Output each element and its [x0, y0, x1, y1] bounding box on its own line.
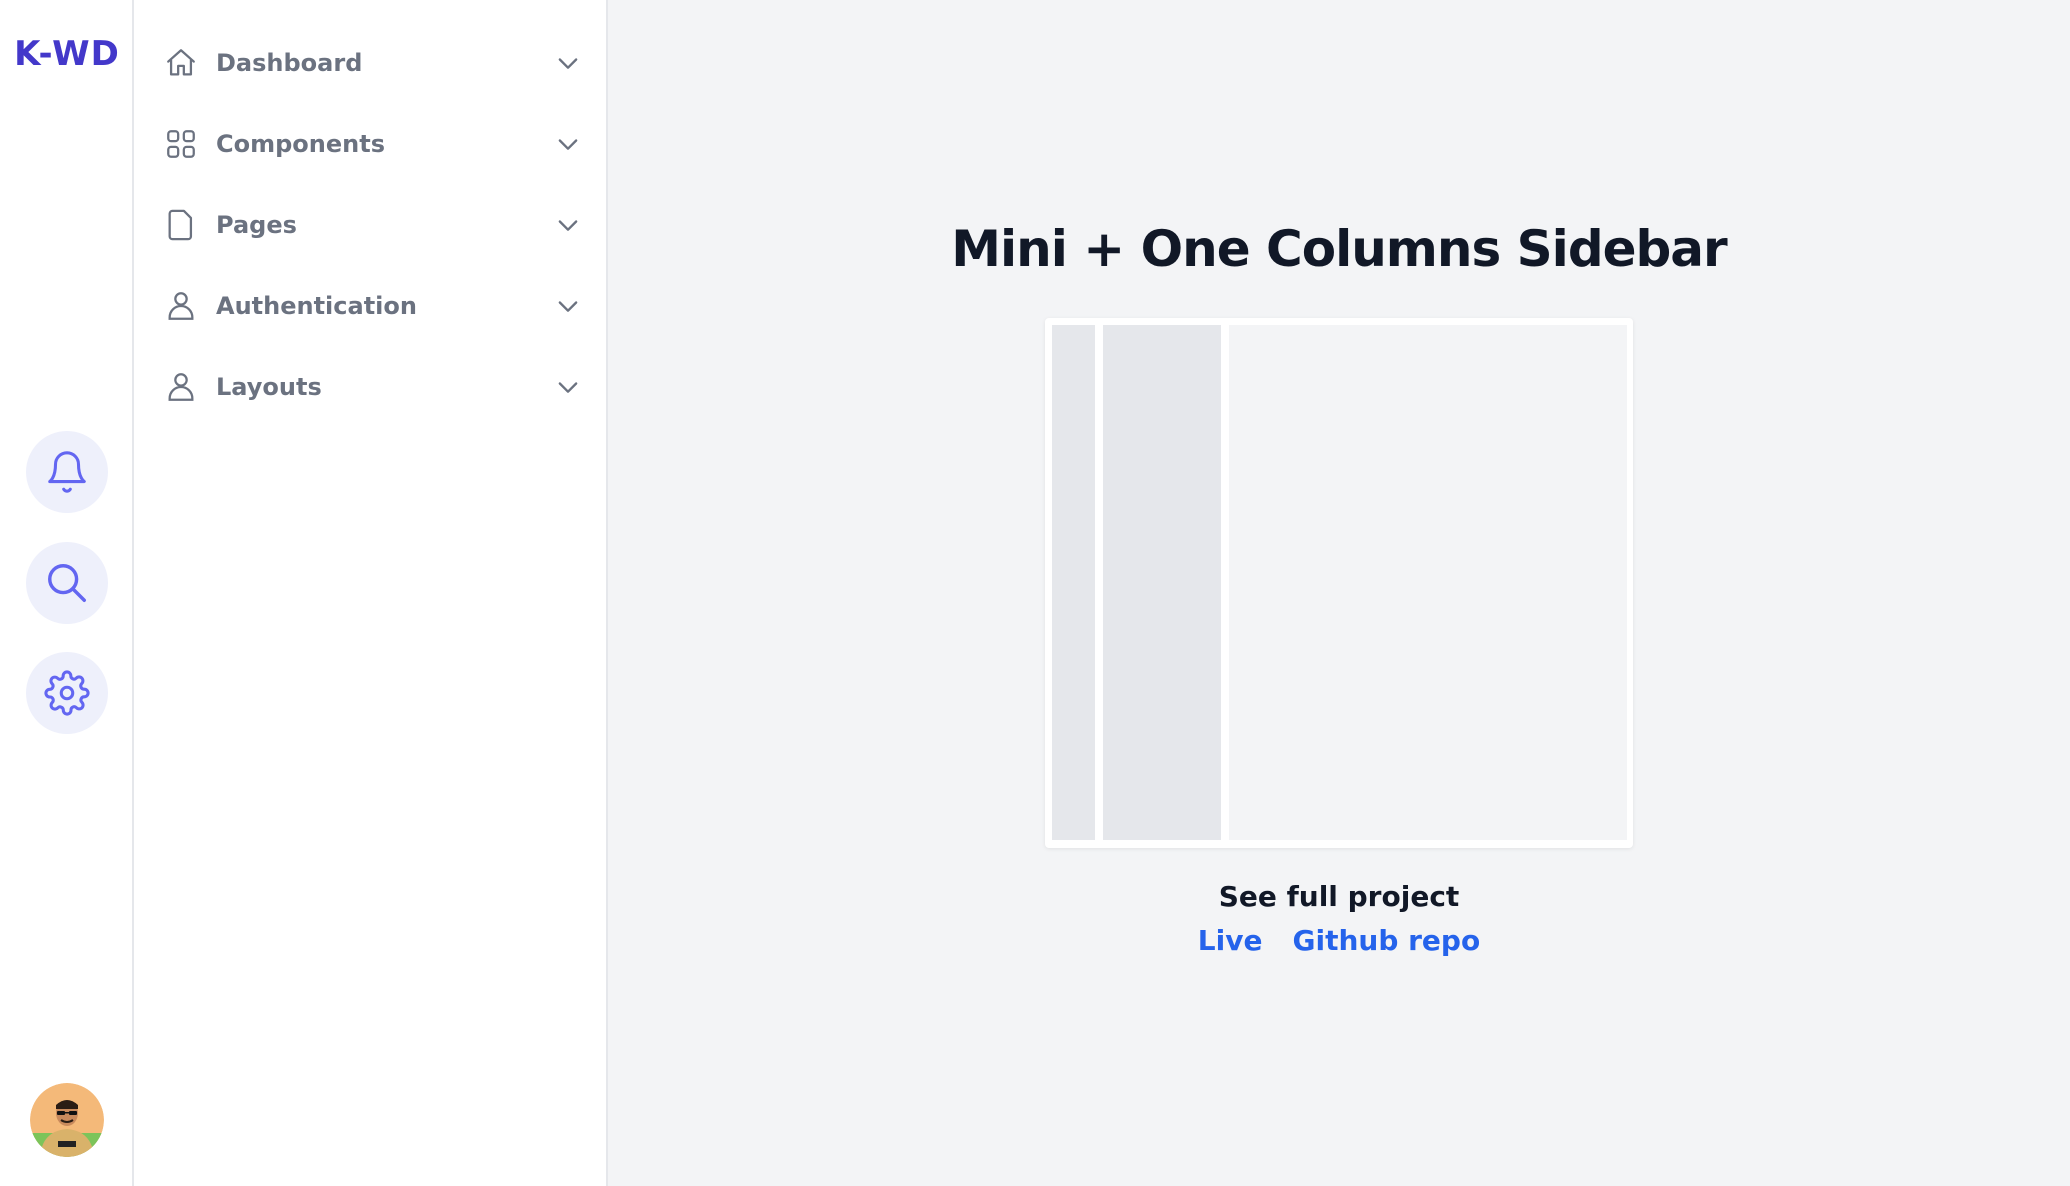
search-button[interactable] [26, 542, 108, 624]
notifications-button[interactable] [26, 431, 108, 513]
grid-icon [164, 127, 198, 161]
chevron-down-icon [554, 211, 582, 239]
main-content: Mini + One Columns Sidebar See full proj… [608, 0, 2070, 1186]
chevron-down-icon [554, 49, 582, 77]
chevron-down-icon [554, 292, 582, 320]
avatar-image [30, 1083, 104, 1157]
live-link[interactable]: Live [1198, 924, 1263, 957]
see-full-project-label: See full project [1218, 880, 1460, 913]
user-icon [164, 370, 198, 404]
sidebar-item-authentication[interactable]: Authentication [164, 278, 582, 334]
project-links: Live Github repo [608, 924, 2070, 957]
layout-preview [1045, 318, 1633, 848]
app-root: K-WD Dashboard Components Pages Authenti… [0, 0, 2070, 1186]
sidebar-item-label: Authentication [216, 292, 417, 320]
page-title: Mini + One Columns Sidebar [951, 220, 1727, 278]
sidebar-item-components[interactable]: Components [164, 116, 582, 172]
bell-icon [48, 451, 86, 493]
sidebar-item-label: Pages [216, 211, 297, 239]
chevron-down-icon [554, 130, 582, 158]
github-repo-link[interactable]: Github repo [1292, 924, 1480, 957]
home-icon [164, 46, 198, 80]
preview-sidebar-column [1103, 325, 1221, 840]
user-avatar[interactable] [30, 1083, 104, 1157]
document-icon [164, 208, 198, 242]
preview-main-area [1229, 325, 1627, 840]
sidebar-item-label: Layouts [216, 373, 322, 401]
preview-mini-column [1052, 325, 1095, 840]
settings-button[interactable] [26, 652, 108, 734]
user-icon [164, 289, 198, 323]
mini-sidebar: K-WD [0, 0, 134, 1186]
sidebar-panel: Dashboard Components Pages Authenticatio… [134, 0, 608, 1186]
sidebar-item-layouts[interactable]: Layouts [164, 359, 582, 415]
search-icon [48, 564, 86, 602]
sidebar-item-dashboard[interactable]: Dashboard [164, 35, 582, 91]
gear-icon [44, 670, 90, 716]
chevron-down-icon [554, 373, 582, 401]
sidebar-item-label: Components [216, 130, 385, 158]
brand-logo[interactable]: K-WD [0, 34, 134, 74]
sidebar-item-pages[interactable]: Pages [164, 197, 582, 253]
sidebar-item-label: Dashboard [216, 49, 363, 77]
